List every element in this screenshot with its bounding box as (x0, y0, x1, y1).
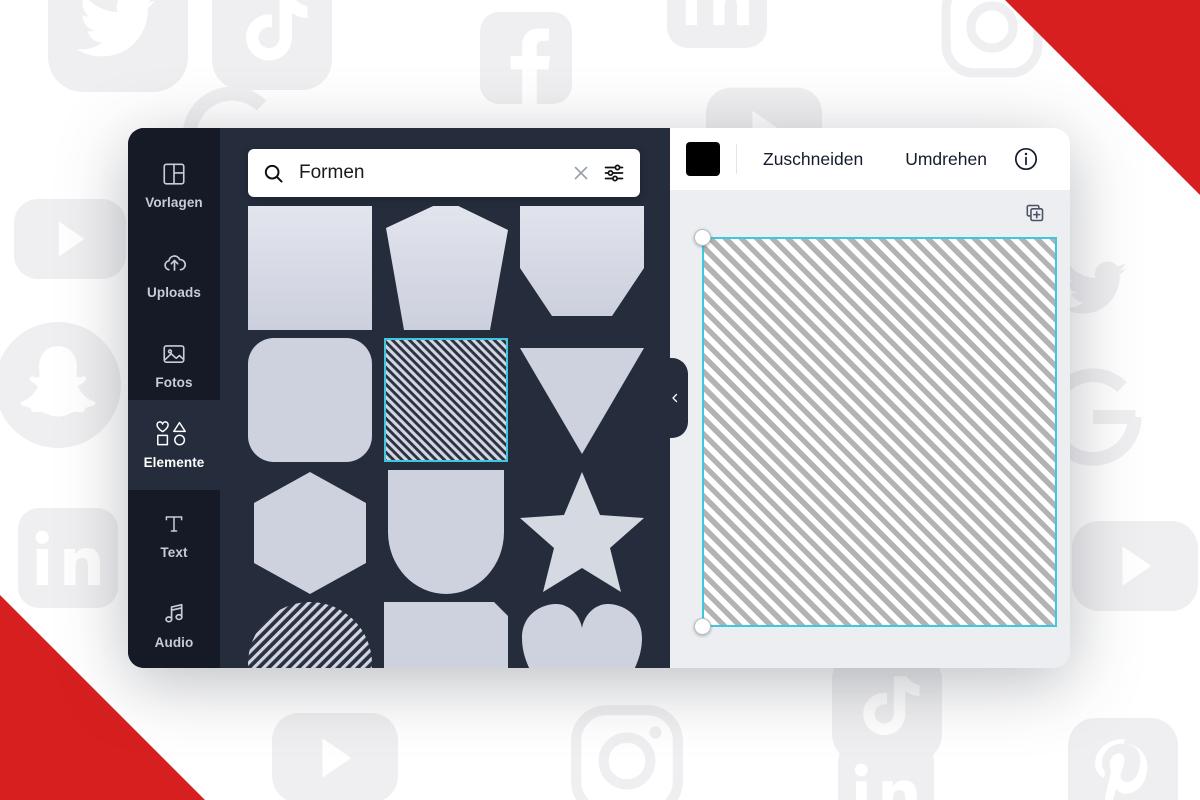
photo-icon (161, 341, 187, 367)
snapchat-icon (0, 322, 121, 448)
sidebar-item-vorlagen[interactable]: Vorlagen (128, 140, 220, 230)
canvas-toolbar: Zuschneiden Umdrehen (670, 128, 1070, 190)
chevron-left-icon (672, 393, 678, 403)
sidebar-item-label: Text (160, 544, 188, 560)
shapes-icon (155, 420, 193, 447)
app-root: Zuschneiden Umdrehen Formen Vorlagen Upl… (0, 0, 1200, 800)
canvas-area[interactable] (670, 190, 1070, 668)
toolbar-divider (736, 144, 737, 174)
linkedin-icon (667, 0, 767, 48)
sidebar-item-elemente[interactable]: Elemente (128, 400, 220, 490)
editor-window: Zuschneiden Umdrehen Formen Vorlagen Upl… (128, 128, 1070, 668)
search-icon (262, 162, 285, 185)
sidebar-item-text[interactable]: Text (128, 490, 220, 580)
sidebar-item-label: Vorlagen (145, 194, 203, 210)
sidebar-item-fotos[interactable]: Fotos (128, 320, 220, 410)
shape-hexagon-flat-top[interactable] (520, 206, 644, 330)
color-swatch-button[interactable] (686, 142, 720, 176)
info-circle-icon[interactable] (1013, 146, 1039, 172)
text-t-icon (161, 511, 187, 537)
shape-heart[interactable] (520, 602, 644, 668)
flip-button[interactable]: Umdrehen (895, 143, 997, 176)
pinterest-icon (1068, 718, 1178, 800)
shape-clipped-corner-square[interactable] (384, 602, 508, 668)
workspace: Zuschneiden Umdrehen (670, 128, 1070, 668)
linkedin-icon (18, 508, 118, 608)
sidebar-item-label: Fotos (155, 374, 193, 390)
sidebar-item-label: Elemente (143, 454, 205, 470)
shape-arch[interactable] (384, 470, 508, 594)
upload-cloud-icon (161, 250, 188, 277)
facebook-icon (480, 2, 572, 114)
shape-striped-circle[interactable] (248, 602, 372, 668)
shape-striped-square-selected[interactable] (384, 338, 508, 462)
youtube-icon (14, 198, 126, 280)
shape-pentagon[interactable] (384, 206, 508, 330)
crop-button[interactable]: Zuschneiden (753, 143, 873, 176)
sidebar-item-uploads[interactable]: Uploads (128, 230, 220, 320)
shape-star[interactable] (520, 470, 644, 594)
shape-triangle-down[interactable] (520, 338, 644, 462)
twitter-icon (48, 0, 188, 92)
shape-square[interactable] (248, 206, 372, 330)
shape-rounded-square[interactable] (248, 338, 372, 462)
sidebar-item-label: Audio (154, 635, 194, 650)
search-bar[interactable] (248, 149, 640, 197)
youtube-icon (272, 712, 398, 800)
selected-shape[interactable] (694, 229, 1057, 635)
search-input[interactable] (299, 162, 570, 184)
sidebar-item-audio[interactable]: Audio (128, 580, 220, 670)
resize-handle-bottom-left[interactable] (694, 618, 711, 635)
tiktok-icon (212, 0, 332, 90)
linkedin-icon (838, 742, 934, 800)
sidebar-item-label: Uploads (147, 285, 201, 300)
shape-grid (248, 206, 644, 668)
instagram-icon (566, 700, 688, 800)
sliders-filter-icon[interactable] (602, 161, 626, 185)
resize-handle-top-left[interactable] (694, 229, 711, 246)
tiktok-icon (832, 652, 942, 762)
duplicate-icon[interactable] (1024, 202, 1046, 229)
shape-hexagon[interactable] (248, 470, 372, 594)
close-x-icon[interactable] (570, 162, 592, 184)
youtube-icon (1072, 520, 1198, 612)
templates-icon (161, 161, 187, 187)
elements-panel (220, 128, 670, 668)
nav-rail: Vorlagen Uploads Fotos Elemente Text Aud… (128, 128, 220, 668)
music-note-icon (161, 600, 188, 627)
